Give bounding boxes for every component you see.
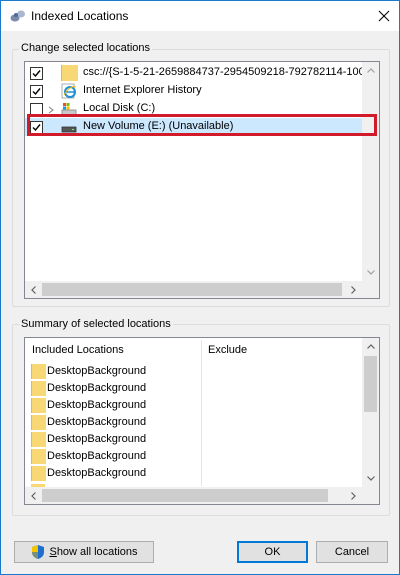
horizontal-scroll-thumb[interactable] — [42, 489, 328, 502]
folder-icon — [61, 65, 78, 81]
show-all-locations-button[interactable]: Show all locations — [14, 541, 154, 563]
ok-button[interactable]: OK — [237, 541, 308, 563]
folder-icon — [31, 381, 46, 396]
checkmark-icon — [32, 88, 41, 96]
folder-icon — [31, 398, 46, 413]
summary-horizontal-scrollbar[interactable] — [25, 487, 362, 504]
list-item: DesktopBackground — [29, 414, 199, 431]
column-divider — [201, 340, 202, 486]
scroll-up-icon[interactable] — [362, 62, 379, 79]
summary-vertical-scrollbar[interactable] — [362, 338, 379, 487]
scroll-down-icon[interactable] — [362, 264, 379, 281]
list-item: DesktopBackground — [29, 397, 199, 414]
locations-tree[interactable]: csc://{S-1-5-21-2659884737-2954509218-79… — [24, 61, 380, 299]
internet-explorer-icon — [61, 83, 77, 99]
scrollbar-corner — [362, 487, 379, 504]
checkmark-icon — [32, 70, 41, 78]
summary-list[interactable]: Included Locations Exclude DesktopBackgr… — [24, 337, 380, 505]
show-all-accelerator: S — [49, 546, 57, 558]
folder-icon — [31, 432, 46, 447]
folder-icon — [31, 449, 46, 464]
tree-item-label: Local Disk (C:) — [83, 102, 156, 114]
list-item: DesktopBackground — [29, 363, 199, 380]
vertical-scroll-thumb[interactable] — [364, 356, 377, 412]
tree-horizontal-scrollbar[interactable] — [25, 281, 362, 298]
uac-shield-icon — [30, 544, 46, 560]
tree-item-ie-history[interactable]: Internet Explorer History — [25, 82, 379, 100]
tree-item-csc[interactable]: csc://{S-1-5-21-2659884737-2954509218-79… — [25, 64, 379, 82]
scrollbar-corner — [362, 281, 379, 298]
scroll-left-icon[interactable] — [25, 281, 42, 298]
list-item: DesktopBackground — [29, 465, 199, 482]
horizontal-scroll-thumb[interactable] — [42, 283, 342, 296]
summary-label: Summary of selected locations — [19, 318, 173, 330]
scroll-down-icon[interactable] — [362, 470, 379, 487]
tree-item-label: csc://{S-1-5-21-2659884737-2954509218-79… — [83, 66, 375, 78]
indexing-options-icon — [10, 9, 26, 23]
checkbox-ie-history[interactable] — [30, 85, 43, 98]
list-item: DesktopBackground — [29, 380, 199, 397]
close-button[interactable] — [369, 1, 399, 31]
folder-icon — [31, 415, 46, 430]
title-bar: Indexed Locations — [1, 1, 399, 31]
scroll-left-icon[interactable] — [25, 487, 42, 504]
list-item: DesktopBackground — [29, 448, 199, 465]
list-item: DesktopBackground — [29, 431, 199, 448]
close-icon — [378, 10, 390, 22]
checkbox-csc[interactable] — [30, 67, 43, 80]
scroll-right-icon[interactable] — [345, 281, 362, 298]
scroll-up-icon[interactable] — [362, 338, 379, 355]
expand-chevron-icon[interactable] — [47, 105, 55, 114]
scroll-right-icon[interactable] — [345, 487, 362, 504]
change-locations-label: Change selected locations — [19, 42, 153, 54]
exclude-header: Exclude — [208, 344, 248, 356]
window-title: Indexed Locations — [31, 9, 129, 23]
cancel-button[interactable]: Cancel — [316, 541, 388, 563]
show-all-label: how all locations — [56, 546, 138, 558]
indexed-locations-dialog: Indexed Locations Change selected locati… — [0, 0, 400, 575]
folder-icon — [31, 466, 46, 481]
tree-item-label: Internet Explorer History — [83, 84, 202, 96]
tree-vertical-scrollbar[interactable] — [362, 62, 379, 281]
folder-icon — [31, 364, 46, 379]
highlight-annotation — [27, 114, 377, 136]
